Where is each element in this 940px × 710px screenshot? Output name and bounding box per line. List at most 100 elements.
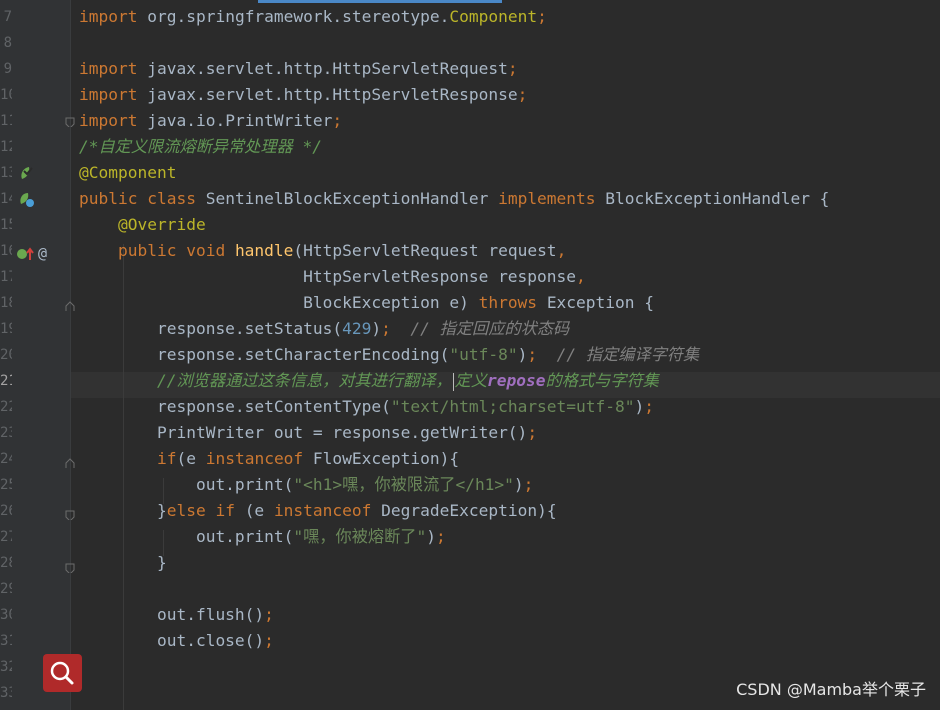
fold-marker[interactable] [65, 301, 75, 311]
search-button[interactable] [43, 654, 82, 692]
code-line[interactable]: 17 HttpServletResponse response, [0, 264, 940, 290]
code-token: import [79, 111, 148, 130]
line-code[interactable]: import org.springframework.stereotype.Co… [79, 4, 547, 30]
line-code[interactable]: //浏览器通过这条信息，对其进行翻译， 定义repose的格式与字符集 [79, 368, 659, 394]
code-line[interactable]: 32 [0, 654, 940, 680]
code-line[interactable]: 8 [0, 30, 940, 56]
code-line[interactable]: 29 [0, 576, 940, 602]
line-code[interactable]: out.print("嘿，你被熔断了"); [79, 524, 446, 550]
fold-marker[interactable] [65, 117, 75, 127]
line-code[interactable]: /*自定义限流熔断异常处理器 */ [79, 134, 322, 160]
code-token: // 指定回应的状态码 [410, 319, 570, 338]
code-line[interactable]: 12 /*自定义限流熔断异常处理器 */ [0, 134, 940, 160]
code-line[interactable]: 28 } [0, 550, 940, 576]
code-line[interactable]: 22 response.setContentType("text/html;ch… [0, 394, 940, 420]
line-code[interactable]: PrintWriter out = response.getWriter(); [79, 420, 537, 446]
code-line[interactable]: 15 @Override [0, 212, 940, 238]
code-line[interactable]: 19 response.setStatus(429); // 指定回应的状态码 [0, 316, 940, 342]
code-token: ; [537, 7, 547, 26]
search-icon [50, 661, 74, 685]
bean-icon[interactable] [18, 191, 36, 209]
line-code[interactable]: import java.io.PrintWriter; [79, 108, 342, 134]
code-line[interactable]: 18 BlockException e) throws Exception { [0, 290, 940, 316]
code-token: ) [634, 397, 645, 416]
fold-marker[interactable] [65, 510, 75, 520]
code-line[interactable]: 27 out.print("嘿，你被熔断了"); [0, 524, 940, 550]
line-code[interactable]: import javax.servlet.http.HttpServletRes… [79, 82, 527, 108]
fold-marker[interactable] [65, 563, 75, 573]
line-code[interactable]: public class SentinelBlockExceptionHandl… [79, 186, 829, 212]
code-token: import [79, 7, 148, 26]
code-token: , [576, 267, 586, 286]
code-token: instanceof [273, 501, 382, 520]
text-caret [452, 372, 454, 391]
line-number: 17 [0, 269, 12, 285]
line-code[interactable]: if(e instanceof FlowException){ [79, 446, 459, 472]
code-line[interactable]: 31 out.close(); [0, 628, 940, 654]
code-line[interactable]: 13 @Component [0, 160, 940, 186]
code-line[interactable]: 26 }else if (e instanceof DegradeExcepti… [0, 498, 940, 524]
code-line[interactable]: 25 out.print("<h1>嘿，你被限流了</h1>"); [0, 472, 940, 498]
code-line[interactable]: 23 PrintWriter out = response.getWriter(… [0, 420, 940, 446]
code-token: DegradeException){ [381, 501, 557, 520]
code-editor[interactable]: 7 import org.springframework.stereotype.C… [0, 0, 940, 710]
code-token: import [79, 59, 148, 78]
code-token: "utf-8" [449, 345, 518, 364]
annotation-icon[interactable]: @ [38, 244, 47, 262]
code-token: FlowException){ [312, 449, 460, 468]
code-line[interactable]: 9 import javax.servlet.http.HttpServletRe… [0, 56, 940, 82]
code-token: // 指定编译字符集 [556, 345, 700, 364]
line-number: 20 [0, 347, 12, 363]
line-code[interactable]: BlockException e) throws Exception { [79, 290, 654, 316]
code-line[interactable]: 10 import javax.servlet.http.HttpServletR… [0, 82, 940, 108]
code-token: Exception { [546, 293, 655, 312]
implementing-method-icon[interactable] [16, 245, 36, 263]
code-token: Component [449, 7, 538, 26]
line-number: 13 [0, 165, 12, 181]
line-code[interactable]: }else if (e instanceof DegradeException)… [79, 498, 557, 524]
line-code[interactable]: response.setContentType("text/html;chars… [79, 394, 654, 420]
line-number: 8 [3, 35, 12, 51]
line-code[interactable]: response.setCharacterEncoding("utf-8"); … [79, 342, 699, 368]
line-number: 22 [0, 399, 12, 415]
line-code[interactable]: out.flush(); [79, 602, 274, 628]
line-number: 25 [0, 477, 12, 493]
line-number: 10 [0, 87, 12, 103]
line-code[interactable]: import javax.servlet.http.HttpServletReq… [79, 56, 518, 82]
line-code[interactable]: @Component [79, 160, 176, 186]
code-token: if [156, 449, 177, 468]
code-line[interactable]: 24 if(e instanceof FlowException){ [0, 446, 940, 472]
code-line[interactable]: 14 public class SentinelBlockExceptionHan… [0, 186, 940, 212]
line-number: 30 [0, 607, 12, 623]
code-token: out.close() [79, 631, 265, 650]
scroll-position-marker [258, 0, 502, 3]
code-line[interactable]: 7 import org.springframework.stereotype.C… [0, 4, 940, 30]
code-token: import [79, 85, 148, 104]
line-code[interactable]: response.setStatus(429); // 指定回应的状态码 [79, 316, 569, 342]
fold-marker[interactable] [65, 458, 75, 468]
line-code[interactable]: HttpServletResponse response, [79, 264, 586, 290]
code-line[interactable]: 16 public void handle(HttpServletRequest… [0, 238, 940, 264]
code-token: } [79, 553, 167, 572]
code-token: BlockException e) [79, 293, 479, 312]
code-line[interactable]: 30 out.flush(); [0, 602, 940, 628]
code-token: public void [117, 241, 235, 260]
line-code[interactable]: @Override [79, 212, 206, 238]
line-number: 26 [0, 503, 12, 519]
code-line[interactable]: 21 //浏览器通过这条信息，对其进行翻译，定义repose的格式与字符集 [0, 368, 940, 394]
code-token: ; [527, 345, 557, 364]
code-line[interactable]: 11 import java.io.PrintWriter; [0, 108, 940, 134]
code-token: throws [478, 293, 547, 312]
code-token: implements [498, 189, 606, 208]
code-token: HttpServletResponse response [79, 267, 577, 286]
line-code[interactable]: } [79, 550, 167, 576]
code-token: handle [234, 241, 294, 260]
line-code[interactable]: out.print("<h1>嘿，你被限流了</h1>"); [79, 472, 533, 498]
code-token: 429 [342, 319, 372, 338]
line-code[interactable]: public void handle(HttpServletRequest re… [79, 238, 566, 264]
bean-icon[interactable] [18, 165, 36, 183]
line-code[interactable]: out.close(); [79, 628, 274, 654]
line-number: 33 [0, 685, 12, 701]
code-line[interactable]: 20 response.setCharacterEncoding("utf-8"… [0, 342, 940, 368]
